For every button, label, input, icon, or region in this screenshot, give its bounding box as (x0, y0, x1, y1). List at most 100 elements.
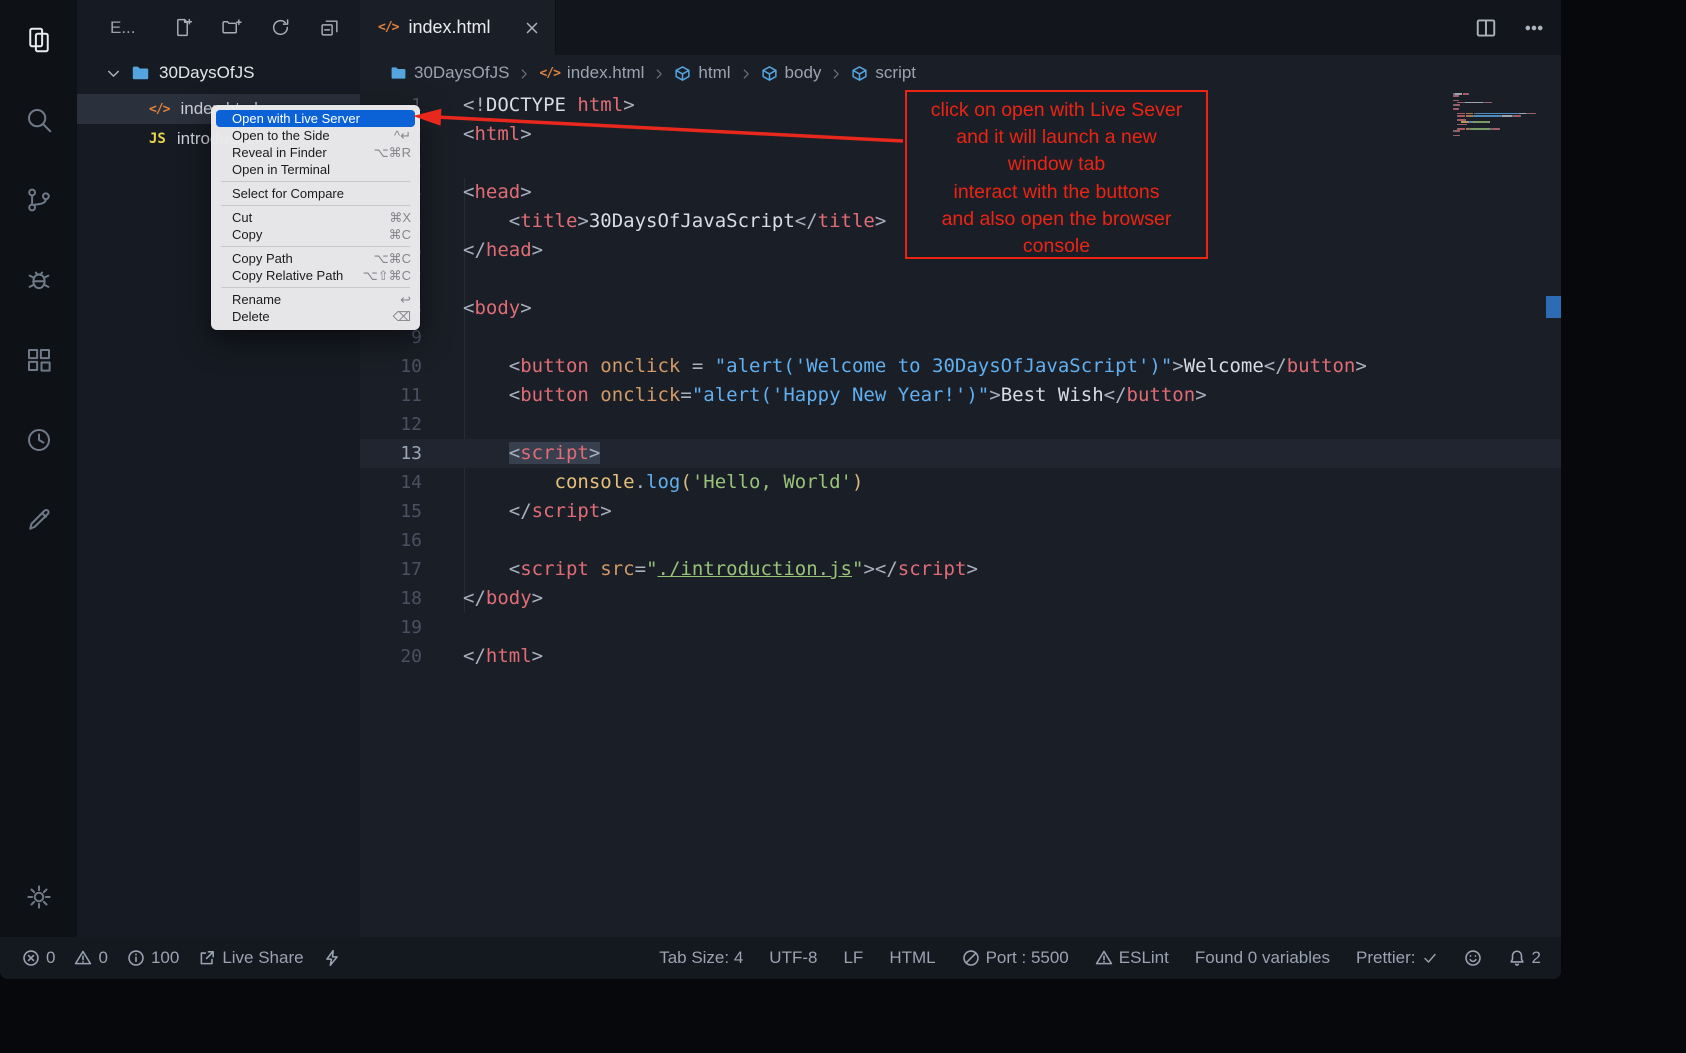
status-label: Tab Size: 4 (659, 948, 743, 968)
breadcrumb-30daysofjs[interactable]: 30DaysOfJS (390, 63, 509, 83)
explorer-header: E... (77, 0, 360, 55)
cube-icon (674, 65, 691, 82)
menu-item-label: Reveal in Finder (232, 145, 362, 160)
activity-run-debug-icon[interactable] (0, 240, 77, 320)
folder-row-30daysofjs[interactable]: 30DaysOfJS (77, 58, 360, 88)
code-text: <script src="./introduction.js"></script… (422, 555, 978, 584)
line-number: 16 (360, 526, 422, 555)
code-text: <button onclick = "alert('Welcome to 30D… (422, 352, 1367, 381)
activity-live-share-pen-icon[interactable] (0, 480, 77, 560)
code-line-19[interactable]: 19 (360, 613, 1561, 642)
activity-search-icon[interactable] (0, 80, 77, 160)
new-folder-icon[interactable] (221, 17, 242, 38)
code-text: <!DOCTYPE html> (422, 91, 635, 120)
status-prettier[interactable]: Prettier: (1356, 948, 1438, 968)
menu-item-copy[interactable]: Copy⌘C (211, 226, 420, 243)
status-lf[interactable]: LF (843, 948, 863, 968)
activity-source-control-icon[interactable] (0, 160, 77, 240)
code-text (422, 526, 463, 555)
code-line-7[interactable]: 7 (360, 265, 1561, 294)
activity-extensions-icon[interactable] (0, 320, 77, 400)
cube-icon (851, 65, 868, 82)
context-menu: Open with Live ServerOpen to the Side^↵R… (211, 105, 420, 330)
menu-separator (221, 246, 410, 247)
crumbsep-icon (517, 66, 531, 80)
line-number: 11 (360, 381, 422, 410)
status-bolt[interactable] (323, 949, 341, 967)
status-found-0-variables[interactable]: Found 0 variables (1195, 948, 1330, 968)
menu-item-label: Rename (232, 292, 388, 307)
status-label: UTF-8 (769, 948, 817, 968)
line-number: 18 (360, 584, 422, 613)
status-0[interactable]: 0 (74, 948, 107, 968)
code-line-11[interactable]: 11 <button onclick="alert('Happy New Yea… (360, 381, 1561, 410)
menu-separator (221, 205, 410, 206)
more-actions-icon[interactable] (1523, 17, 1545, 39)
status-port-5500[interactable]: Port : 5500 (962, 948, 1069, 968)
scrollbar-marker[interactable] (1546, 296, 1561, 318)
activity-timeline-clock-icon[interactable] (0, 400, 77, 480)
menu-item-delete[interactable]: Delete⌫ (211, 308, 420, 325)
breadcrumb-script[interactable]: script (851, 63, 916, 83)
menu-item-copy-relative-path[interactable]: Copy Relative Path⌥⇧⌘C (211, 267, 420, 284)
status-live-share[interactable]: Live Share (198, 948, 303, 968)
menu-item-copy-path[interactable]: Copy Path⌥⌘C (211, 250, 420, 267)
code-line-15[interactable]: 15 </script> (360, 497, 1561, 526)
code-line-20[interactable]: 20</html> (360, 642, 1561, 671)
status-eslint[interactable]: ESLint (1095, 948, 1169, 968)
code-text (422, 149, 463, 178)
code-line-12[interactable]: 12 (360, 410, 1561, 439)
breadcrumb-html[interactable]: html (674, 63, 730, 83)
code-line-18[interactable]: 18</body> (360, 584, 1561, 613)
split-editor-icon[interactable] (1475, 17, 1497, 39)
status-100[interactable]: 100 (127, 948, 179, 968)
code-text: </body> (422, 584, 543, 613)
status-label: 0 (46, 948, 55, 968)
code-line-10[interactable]: 10 <button onclick = "alert('Welcome to … (360, 352, 1561, 381)
annotation-box: click on open with Live Severand it will… (905, 90, 1208, 259)
status-tab-size-4[interactable]: Tab Size: 4 (659, 948, 743, 968)
vscode-window: E... 30DaysOfJS </>index.htmlJSintroduct… (0, 0, 1686, 1053)
code-text (422, 410, 463, 439)
menu-item-cut[interactable]: Cut⌘X (211, 209, 420, 226)
breadcrumb-index-html[interactable]: </>index.html (539, 63, 644, 83)
tab-bar: </> index.html (360, 0, 1561, 55)
code-line-14[interactable]: 14 console.log('Hello, World') (360, 468, 1561, 497)
refresh-explorer-icon[interactable] (270, 17, 291, 38)
status-0[interactable]: 0 (22, 948, 55, 968)
status-label: 2 (1532, 948, 1541, 968)
collapse-folders-icon[interactable] (319, 17, 340, 38)
code-line-13[interactable]: 13 <script> (360, 439, 1561, 468)
breadcrumb-body[interactable]: body (761, 63, 822, 83)
status-utf-8[interactable]: UTF-8 (769, 948, 817, 968)
tab-title: index.html (408, 17, 490, 38)
crumbsep-icon (829, 66, 843, 80)
minimap[interactable] (1453, 93, 1545, 137)
menu-item-open-with-live-server[interactable]: Open with Live Server (216, 110, 415, 127)
code-line-16[interactable]: 16 (360, 526, 1561, 555)
menu-item-shortcut: ⌥⇧⌘C (363, 268, 411, 284)
new-file-icon[interactable] (172, 17, 193, 38)
breadcrumb-label: html (698, 63, 730, 83)
folder-label: 30DaysOfJS (159, 63, 254, 83)
bell-icon (1508, 949, 1526, 967)
status-2[interactable]: 2 (1508, 948, 1541, 968)
menu-item-open-to-the-side[interactable]: Open to the Side^↵ (211, 127, 420, 144)
folder-icon (390, 65, 407, 82)
line-number: 19 (360, 613, 422, 642)
activity-explorer-icon[interactable] (0, 0, 77, 80)
status-html[interactable]: HTML (889, 948, 935, 968)
close-tab-icon[interactable] (523, 19, 541, 37)
activity-settings-gear-icon[interactable] (0, 857, 77, 937)
code-line-8[interactable]: 8<body> (360, 294, 1561, 323)
menu-item-select-for-compare[interactable]: Select for Compare (211, 185, 420, 202)
menu-item-reveal-in-finder[interactable]: Reveal in Finder⌥⌘R (211, 144, 420, 161)
menu-item-rename[interactable]: Rename↩ (211, 291, 420, 308)
menu-item-open-in-terminal[interactable]: Open in Terminal (211, 161, 420, 178)
cube-icon (761, 65, 778, 82)
status-smiley[interactable] (1464, 949, 1482, 967)
code-line-17[interactable]: 17 <script src="./introduction.js"></scr… (360, 555, 1561, 584)
tab-index-html[interactable]: </> index.html (360, 0, 556, 55)
line-number: 20 (360, 642, 422, 671)
code-line-9[interactable]: 9 (360, 323, 1561, 352)
